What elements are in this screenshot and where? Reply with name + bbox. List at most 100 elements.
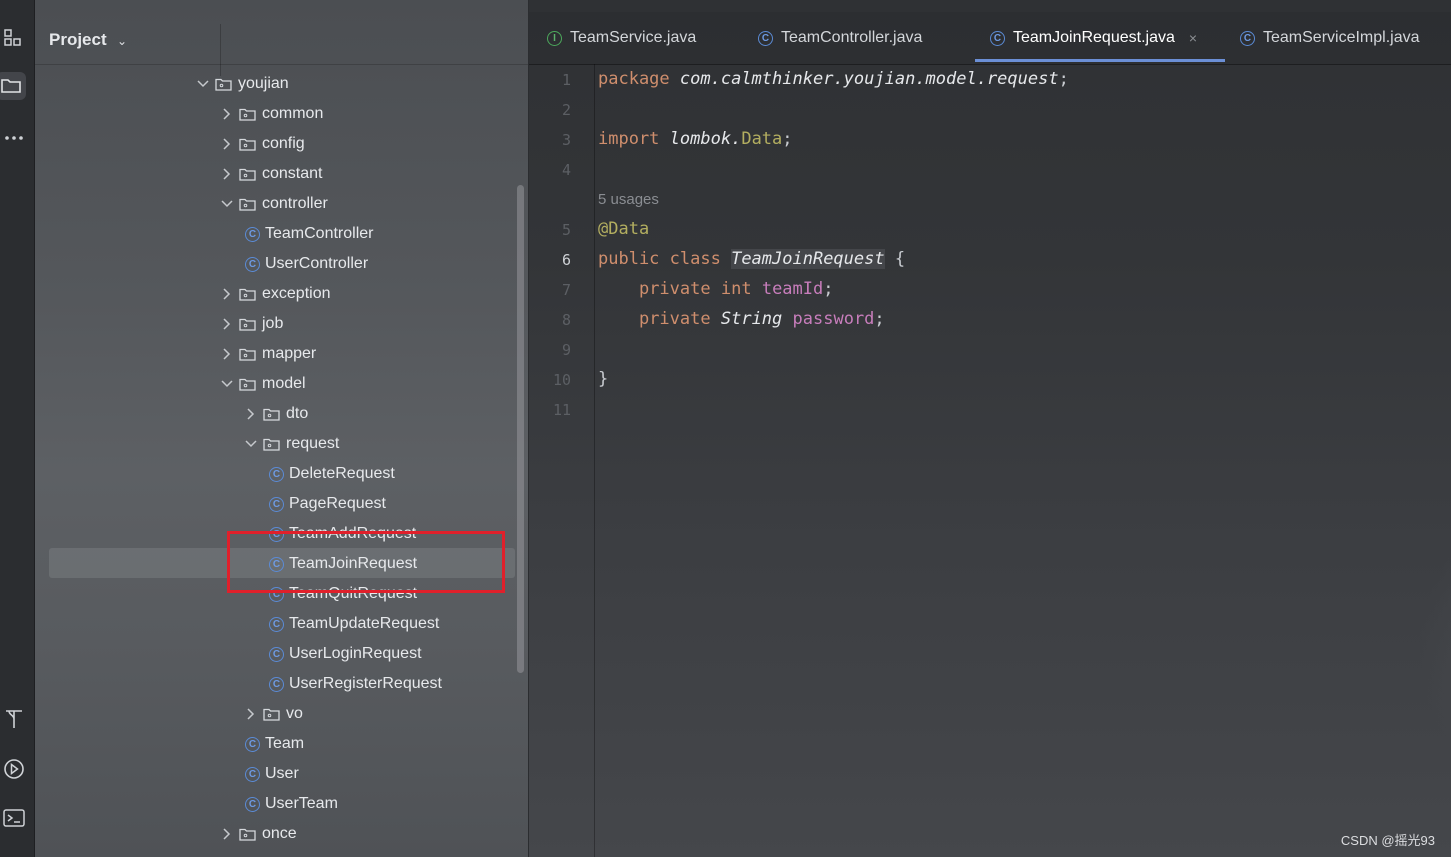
code-line-5[interactable]: @Data <box>598 219 649 239</box>
line-number[interactable]: 4 <box>529 161 571 179</box>
folder-icon <box>259 708 286 721</box>
folder-icon <box>235 138 262 151</box>
tree-item-label: UserLoginRequest <box>289 645 422 662</box>
chevron-down-icon[interactable] <box>219 380 235 388</box>
tree-item-label: dto <box>286 405 309 422</box>
chevron-down-icon[interactable] <box>219 200 235 208</box>
tree-item[interactable]: controller <box>219 189 328 219</box>
tab-teamservice[interactable]: I TeamService.java <box>547 12 696 64</box>
tree-item[interactable]: vo <box>243 699 303 729</box>
tree-item[interactable]: youjian <box>195 69 289 99</box>
code-line-7[interactable]: private int teamId; <box>598 279 834 299</box>
code-line-3[interactable]: import lombok.Data; <box>598 129 793 149</box>
chevron-right-icon[interactable] <box>219 108 235 120</box>
structure-icon[interactable] <box>0 24 28 52</box>
tree-item[interactable]: common <box>219 99 323 129</box>
line-number[interactable]: 1 <box>529 71 571 89</box>
tree-item[interactable]: mapper <box>219 339 316 369</box>
line-number[interactable]: 9 <box>529 341 571 359</box>
tree-item-label: exception <box>262 285 331 302</box>
tab-label: TeamController.java <box>781 29 923 46</box>
chevron-down-icon[interactable]: ⌄ <box>117 34 127 48</box>
class-icon: C <box>269 616 284 632</box>
run-icon[interactable] <box>0 755 28 783</box>
chevron-right-icon[interactable] <box>219 348 235 360</box>
tree-item[interactable]: C UserTeam <box>243 789 338 819</box>
line-number[interactable]: 8 <box>529 311 571 329</box>
line-number[interactable]: 3 <box>529 131 571 149</box>
code-line-8[interactable]: private String password; <box>598 309 885 329</box>
chevron-down-icon[interactable] <box>195 80 211 88</box>
folder-icon <box>211 78 238 91</box>
line-number[interactable]: 10 <box>529 371 571 389</box>
code-line-1[interactable]: package com.calmthinker.youjian.model.re… <box>598 69 1069 89</box>
line-number[interactable]: 5 <box>529 221 571 239</box>
class-icon: C <box>1240 30 1255 46</box>
tab-teamjoinrequest[interactable]: C TeamJoinRequest.java × <box>990 12 1197 64</box>
tree-item[interactable]: C PageRequest <box>267 489 386 519</box>
tree-item[interactable]: constant <box>219 159 322 189</box>
usages-hint[interactable]: 5 usages <box>598 191 659 208</box>
folder-icon <box>235 378 262 391</box>
chevron-right-icon[interactable] <box>219 288 235 300</box>
tree-item-label: vo <box>286 705 303 722</box>
code-line-10[interactable]: } <box>598 369 608 389</box>
class-icon: C <box>269 676 284 692</box>
folder-icon <box>235 828 262 841</box>
editor-tab-bar: I TeamService.java C TeamController.java… <box>529 12 1451 65</box>
chevron-right-icon[interactable] <box>219 318 235 330</box>
class-icon: C <box>245 736 260 752</box>
build-hammer-icon[interactable] <box>0 705 28 733</box>
chevron-right-icon[interactable] <box>243 408 259 420</box>
project-scrollbar[interactable] <box>517 185 524 673</box>
tree-item[interactable]: config <box>219 129 305 159</box>
tree-item[interactable]: once <box>219 819 297 849</box>
tree-item[interactable]: dto <box>243 399 308 429</box>
tree-item[interactable]: C UserLoginRequest <box>267 639 422 669</box>
tree-item[interactable]: C TeamController <box>243 219 373 249</box>
tab-teamserviceimpl[interactable]: C TeamServiceImpl.java <box>1240 12 1420 64</box>
tree-item[interactable]: exception <box>219 279 331 309</box>
project-folder-icon[interactable] <box>0 72 26 100</box>
tree-item[interactable]: C UserController <box>243 249 368 279</box>
tab-teamcontroller[interactable]: C TeamController.java <box>758 12 922 64</box>
tree-item[interactable]: request <box>243 429 339 459</box>
tree-item[interactable]: C DeleteRequest <box>267 459 395 489</box>
more-icon[interactable] <box>0 124 28 152</box>
code-line-6[interactable]: public class TeamJoinRequest { <box>598 249 905 269</box>
class-icon: C <box>758 30 773 46</box>
watermark-text: CSDN @摇光93 <box>1340 833 1435 848</box>
class-icon: C <box>269 466 284 482</box>
class-icon: C <box>269 646 284 662</box>
tree-item[interactable]: C Team <box>243 729 304 759</box>
line-number-current[interactable]: 6 <box>529 251 571 269</box>
class-icon: C <box>245 256 260 272</box>
line-number[interactable]: 11 <box>529 401 571 419</box>
tab-label: TeamService.java <box>570 29 697 46</box>
chevron-right-icon[interactable] <box>243 708 259 720</box>
chevron-right-icon[interactable] <box>219 828 235 840</box>
project-panel-title[interactable]: Project <box>49 30 107 50</box>
tree-item[interactable]: job <box>219 309 283 339</box>
tree-item[interactable]: C UserRegisterRequest <box>267 669 442 699</box>
tree-item-label: request <box>286 435 340 452</box>
tree-item-label: constant <box>262 165 323 182</box>
line-number[interactable]: 2 <box>529 101 571 119</box>
tree-item[interactable]: model <box>219 369 306 399</box>
folder-icon <box>235 318 262 331</box>
annotation-red-box <box>227 531 505 593</box>
code-editor: I TeamService.java C TeamController.java… <box>529 0 1451 857</box>
tree-item-label: User <box>265 765 299 782</box>
chevron-down-icon[interactable] <box>243 440 259 448</box>
folder-icon <box>259 438 286 451</box>
chevron-right-icon[interactable] <box>219 138 235 150</box>
tree-item[interactable]: C User <box>243 759 299 789</box>
tree-item[interactable]: C TeamUpdateRequest <box>267 609 439 639</box>
tree-item-label: DeleteRequest <box>289 465 395 482</box>
line-number[interactable]: 7 <box>529 281 571 299</box>
terminal-icon[interactable] <box>0 804 28 832</box>
active-tab-indicator <box>975 59 1225 62</box>
chevron-right-icon[interactable] <box>219 168 235 180</box>
tree-item-label: once <box>262 825 297 842</box>
close-icon[interactable]: × <box>1189 30 1197 46</box>
